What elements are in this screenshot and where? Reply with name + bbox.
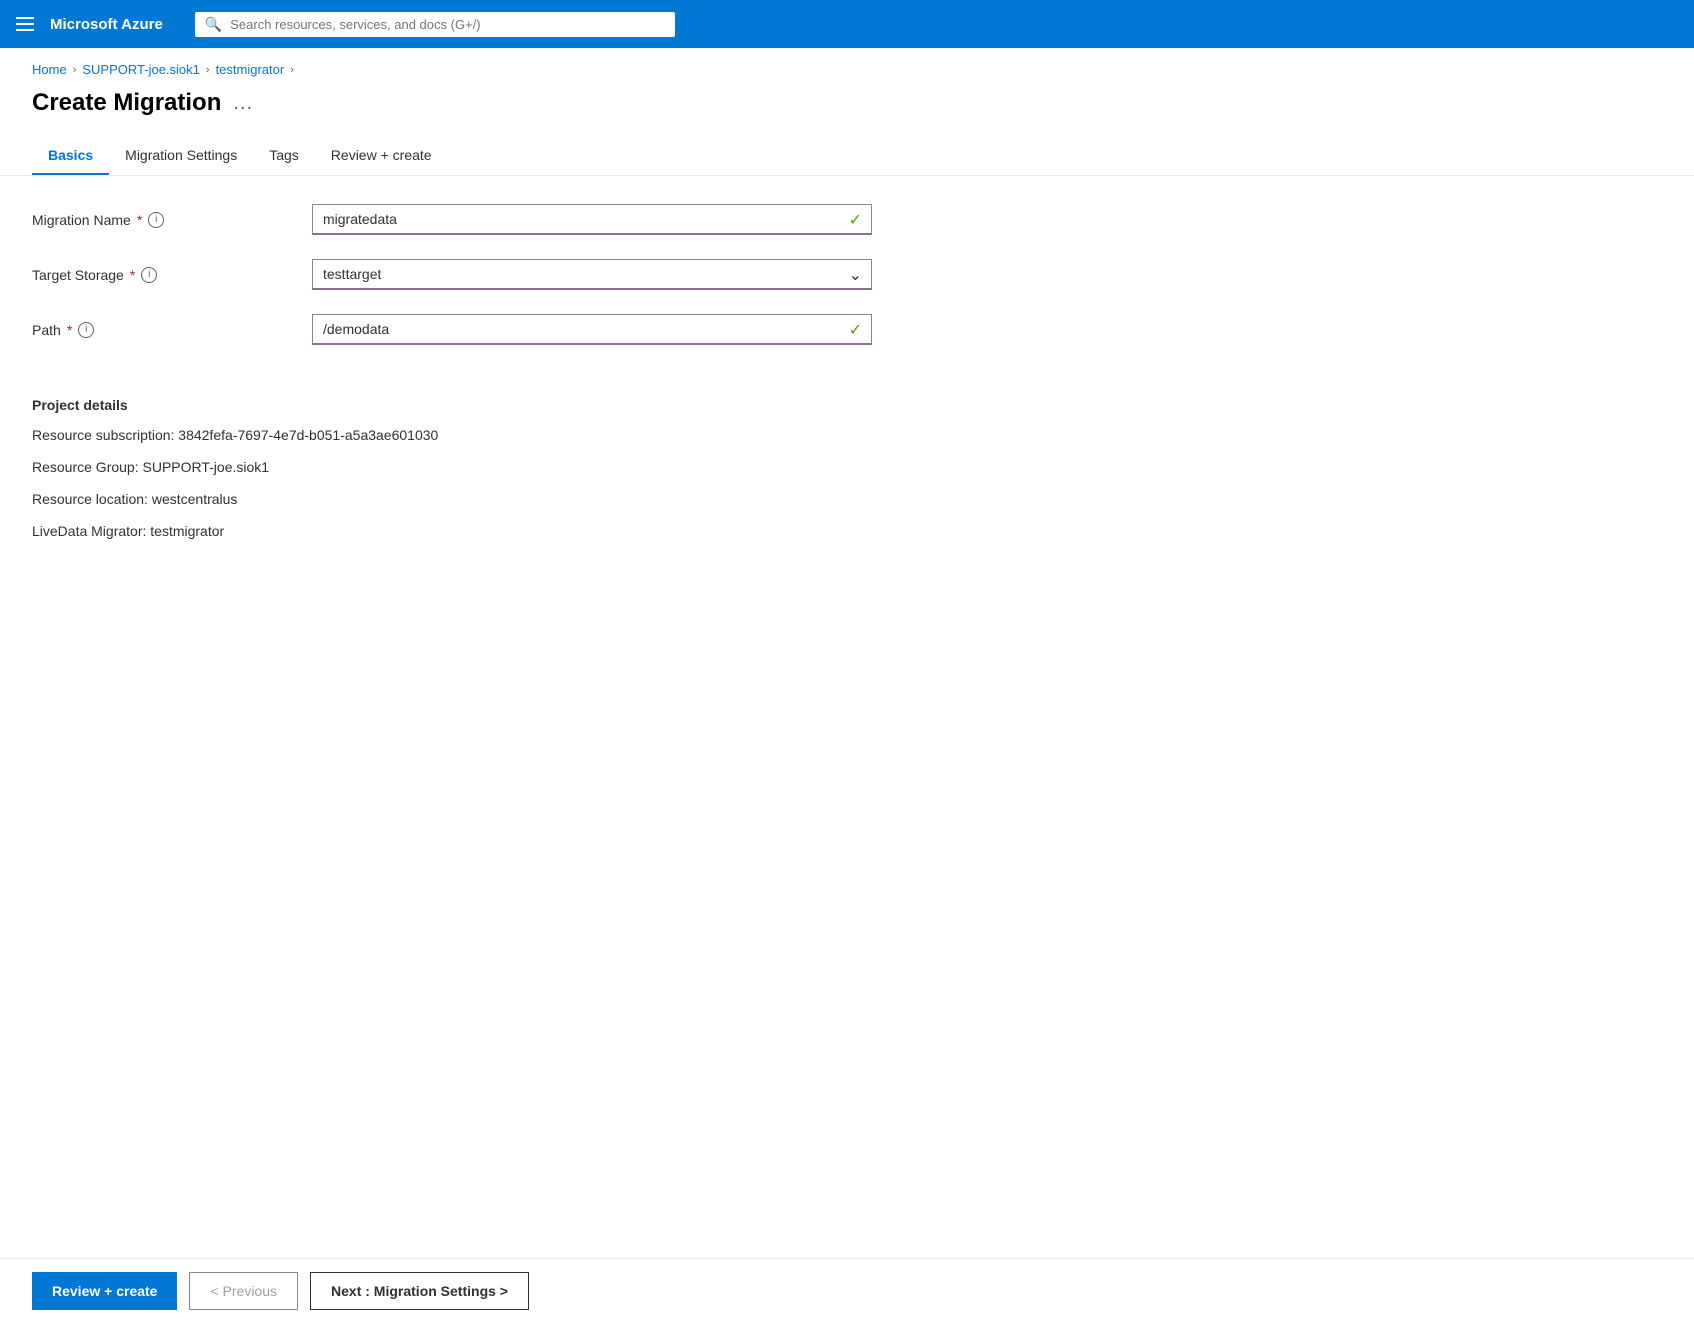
migration-name-check-icon: ✓	[849, 210, 862, 230]
hamburger-menu-icon[interactable]	[16, 17, 34, 31]
tab-review-create[interactable]: Review + create	[315, 137, 448, 175]
path-check-icon: ✓	[849, 320, 862, 340]
breadcrumb-resource-group[interactable]: SUPPORT-joe.siok1	[82, 62, 200, 77]
migration-name-row: Migration Name * i ✓	[32, 204, 1662, 235]
path-input[interactable]	[312, 314, 872, 345]
path-info-icon[interactable]: i	[78, 322, 94, 338]
tabs-container: Basics Migration Settings Tags Review + …	[0, 117, 1694, 176]
app-title: Microsoft Azure	[50, 16, 163, 33]
target-storage-control: testtarget ⌄	[312, 259, 872, 290]
breadcrumb-sep-1: ›	[73, 64, 77, 76]
target-storage-required: *	[130, 267, 135, 283]
breadcrumb-home[interactable]: Home	[32, 62, 67, 77]
more-options-icon[interactable]: ...	[233, 92, 253, 115]
migration-name-label: Migration Name	[32, 212, 131, 228]
bottom-bar: Review + create < Previous Next : Migrat…	[0, 1258, 1694, 1322]
review-create-button[interactable]: Review + create	[32, 1272, 177, 1310]
tab-basics[interactable]: Basics	[32, 137, 109, 175]
project-details: Project details Resource subscription: 3…	[0, 397, 1694, 539]
page-title: Create Migration	[32, 89, 221, 117]
form-area: Migration Name * i ✓ Target Storage * i …	[0, 176, 1694, 397]
target-storage-row: Target Storage * i testtarget ⌄	[32, 259, 1662, 290]
migration-name-required: *	[137, 212, 142, 228]
breadcrumb-sep-3: ›	[290, 64, 294, 76]
previous-button[interactable]: < Previous	[189, 1272, 298, 1310]
path-row: Path * i ✓	[32, 314, 1662, 345]
tab-tags[interactable]: Tags	[253, 137, 315, 175]
path-label-col: Path * i	[32, 322, 312, 338]
target-storage-select[interactable]: testtarget	[312, 259, 872, 290]
breadcrumb-sep-2: ›	[206, 64, 210, 76]
migration-name-input[interactable]	[312, 204, 872, 235]
project-location: Resource location: westcentralus	[32, 491, 1662, 507]
path-label: Path	[32, 322, 61, 338]
target-storage-label-col: Target Storage * i	[32, 267, 312, 283]
project-resource-group: Resource Group: SUPPORT-joe.siok1	[32, 459, 1662, 475]
migration-name-label-col: Migration Name * i	[32, 212, 312, 228]
breadcrumb-resource[interactable]: testmigrator	[216, 62, 285, 77]
path-control: ✓	[312, 314, 872, 345]
path-required: *	[67, 322, 72, 338]
breadcrumb: Home › SUPPORT-joe.siok1 › testmigrator …	[0, 48, 1694, 81]
migration-name-info-icon[interactable]: i	[148, 212, 164, 228]
search-input[interactable]	[230, 17, 665, 32]
project-subscription: Resource subscription: 3842fefa-7697-4e7…	[32, 427, 1662, 443]
project-migrator: LiveData Migrator: testmigrator	[32, 523, 1662, 539]
migration-name-control: ✓	[312, 204, 872, 235]
project-details-title: Project details	[32, 397, 1662, 413]
tab-migration-settings[interactable]: Migration Settings	[109, 137, 253, 175]
page-header: Create Migration ...	[0, 81, 1694, 117]
search-bar[interactable]: 🔍	[195, 12, 675, 37]
next-button[interactable]: Next : Migration Settings >	[310, 1272, 529, 1310]
target-storage-info-icon[interactable]: i	[141, 267, 157, 283]
target-storage-label: Target Storage	[32, 267, 124, 283]
search-icon: 🔍	[205, 16, 222, 33]
topbar: Microsoft Azure 🔍	[0, 0, 1694, 48]
